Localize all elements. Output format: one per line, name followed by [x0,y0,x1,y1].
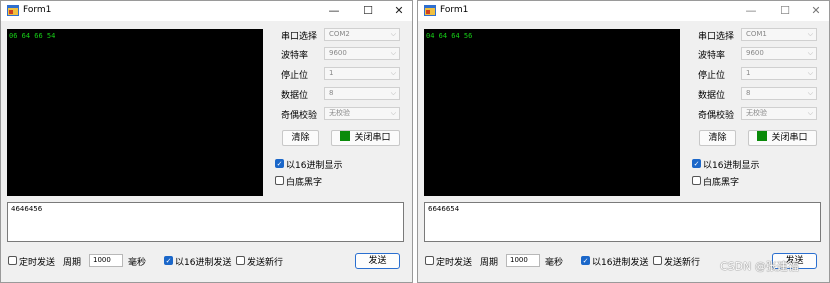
timed-send-label: 定时发送 [19,258,56,268]
white-bg-checkbox[interactable] [692,176,701,185]
parity-label: 奇偶校验 [698,111,735,121]
clear-button[interactable]: 清除 [282,130,319,146]
white-bg-label: 白底黑字 [286,178,323,188]
app-icon [424,5,436,16]
databits-value: 8 [746,89,751,97]
stopbits-label: 停止位 [698,71,726,81]
clear-label: 清除 [708,133,727,143]
clear-button[interactable]: 清除 [699,130,736,146]
timed-send-checkbox[interactable] [425,256,434,265]
window-title: Form1 [23,5,52,15]
send-button[interactable]: 发送 [355,253,400,269]
hex-display-label: 以16进制显示 [286,161,343,171]
chevron-down-icon: ⌵ [390,109,396,117]
close-button[interactable]: ✕ [799,1,829,21]
minimize-button[interactable]: — [317,1,351,21]
close-port-button[interactable]: 关闭串口 [748,130,817,146]
send-label: 发送 [368,256,387,266]
baud-value: 9600 [329,49,347,57]
chevron-down-icon: ⌵ [807,89,813,97]
chevron-down-icon: ⌵ [807,109,813,117]
hex-send-label: 以16进制发送 [592,258,649,268]
stopbits-label: 停止位 [281,71,309,81]
hex-send-checkbox[interactable]: ✓ [164,256,173,265]
period-label: 周期 [63,258,82,268]
port-select[interactable]: COM1 ⌵ [741,28,817,41]
stopbits-select[interactable]: 1 ⌵ [324,67,400,80]
port-label: 串口选择 [281,32,318,42]
port-value: COM1 [746,30,767,38]
minimize-button[interactable]: — [734,1,768,21]
send-input[interactable]: 4646456 [7,202,404,242]
title-bar[interactable]: Form1 — ☐ ✕ [418,1,829,21]
baud-label: 波特率 [281,51,309,61]
chevron-down-icon: ⌵ [807,30,813,38]
ms-label: 毫秒 [545,258,564,268]
port-select[interactable]: COM2 ⌵ [324,28,400,41]
databits-label: 数据位 [698,91,726,101]
chevron-down-icon: ⌵ [807,69,813,77]
databits-label: 数据位 [281,91,309,101]
chevron-down-icon: ⌵ [390,30,396,38]
white-bg-label: 白底黑字 [703,178,740,188]
period-input[interactable]: 1000 [506,254,540,267]
port-status-indicator [757,131,768,141]
hex-send-checkbox[interactable]: ✓ [581,256,590,265]
clear-label: 清除 [291,133,310,143]
port-value: COM2 [329,30,350,38]
period-input[interactable]: 1000 [89,254,123,267]
hex-display-checkbox[interactable]: ✓ [275,159,284,168]
close-port-button[interactable]: 关闭串口 [331,130,400,146]
period-label: 周期 [480,258,499,268]
maximize-button[interactable]: ☐ [768,1,802,21]
baud-label: 波特率 [698,51,726,61]
baud-value: 9600 [746,49,764,57]
window-title: Form1 [440,5,469,15]
receive-display[interactable]: 06 64 66 54 [7,29,263,196]
baud-select[interactable]: 9600 ⌵ [324,47,400,60]
parity-label: 奇偶校验 [281,111,318,121]
port-status-indicator [340,131,351,141]
chevron-down-icon: ⌵ [390,69,396,77]
white-bg-checkbox[interactable] [275,176,284,185]
parity-value: 无校验 [329,109,350,117]
maximize-button[interactable]: ☐ [351,1,385,21]
newline-label: 发送新行 [247,258,284,268]
stopbits-value: 1 [746,69,751,77]
title-bar[interactable]: Form1 — ☐ ✕ [1,1,412,21]
timed-send-checkbox[interactable] [8,256,17,265]
close-port-label: 关闭串口 [771,133,808,143]
port-label: 串口选择 [698,32,735,42]
timed-send-label: 定时发送 [436,258,473,268]
form1-window-right: Form1 — ☐ ✕ 04 64 64 56 串口选择 COM1 ⌵ 波特率 9… [417,0,830,283]
newline-label: 发送新行 [664,258,701,268]
ms-label: 毫秒 [128,258,147,268]
parity-select[interactable]: 无校验 ⌵ [741,107,817,120]
close-button[interactable]: ✕ [382,1,412,21]
hex-display-checkbox[interactable]: ✓ [692,159,701,168]
hex-send-label: 以16进制发送 [175,258,232,268]
parity-select[interactable]: 无校验 ⌵ [324,107,400,120]
form1-window-left: Form1 — ☐ ✕ 06 64 66 54 串口选择 COM2 ⌵ 波特率 9… [0,0,413,283]
databits-select[interactable]: 8 ⌵ [324,87,400,100]
chevron-down-icon: ⌵ [390,89,396,97]
databits-select[interactable]: 8 ⌵ [741,87,817,100]
newline-checkbox[interactable] [236,256,245,265]
databits-value: 8 [329,89,334,97]
newline-checkbox[interactable] [653,256,662,265]
close-port-label: 关闭串口 [354,133,391,143]
stopbits-select[interactable]: 1 ⌵ [741,67,817,80]
parity-value: 无校验 [746,109,767,117]
send-input[interactable]: 6646654 [424,202,821,242]
receive-display[interactable]: 04 64 64 56 [424,29,680,196]
hex-display-label: 以16进制显示 [703,161,760,171]
stopbits-value: 1 [329,69,334,77]
chevron-down-icon: ⌵ [390,49,396,57]
app-icon [7,5,19,16]
csdn-watermark: CSDN @张建福 [720,260,799,273]
baud-select[interactable]: 9600 ⌵ [741,47,817,60]
chevron-down-icon: ⌵ [807,49,813,57]
